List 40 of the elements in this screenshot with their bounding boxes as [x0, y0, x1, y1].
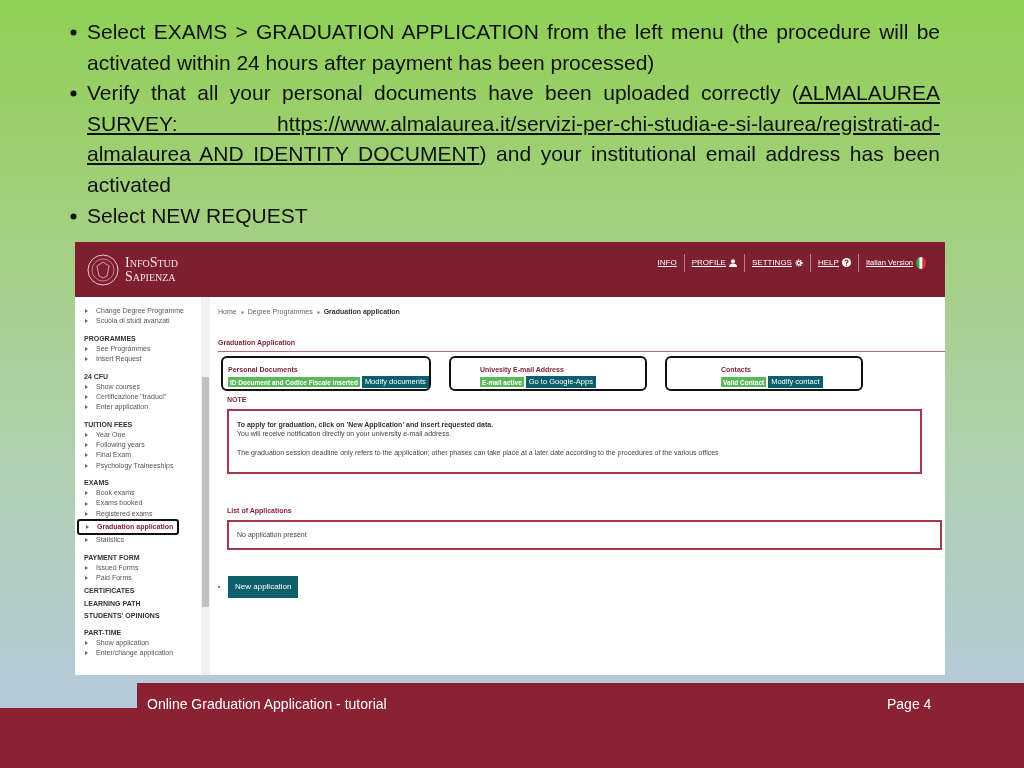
- bullet-icon: [85, 463, 88, 468]
- bullet-icon: [85, 641, 88, 646]
- nav-link[interactable]: SETTINGS: [743, 253, 810, 272]
- italian-flag-icon: [916, 256, 926, 269]
- bullet-icon: [85, 538, 88, 543]
- bullet-icon: [85, 405, 88, 410]
- bullet-icon: [70, 212, 77, 220]
- bullet-icon: [85, 565, 88, 570]
- bullet-icon: [85, 384, 88, 389]
- footer-title: Online Graduation Application - tutorial: [147, 695, 387, 714]
- bullet-icon: [85, 433, 88, 437]
- app-logo: InfoStud Sapienza: [125, 255, 178, 284]
- user-icon: [728, 258, 737, 267]
- bullet-icon: [85, 309, 88, 314]
- bullet-icon: [70, 90, 77, 98]
- bullet-icon: [85, 347, 88, 351]
- nav-link[interactable]: INFO: [650, 253, 684, 272]
- nav-link[interactable]: HELP: [809, 253, 858, 272]
- bullet-icon: [85, 357, 88, 362]
- bullet-text: Select NEW REQUEST: [87, 202, 309, 229]
- bullet-text: Verify that all your personal documents have been uploaded correctly (ALMALAUREA SURVEY: https://www.almalaurea.it/servizi-per-chi-studia-e-si-laurea/registrati-ad-almalaurea AND IDENTITY DOCUMENT) and your institutional email address has been activated: [87, 80, 940, 198]
- bullet-icon: [86, 524, 89, 529]
- bullet-icon: [85, 501, 88, 506]
- help-icon: [841, 258, 851, 267]
- bullet-icon: [70, 29, 77, 36]
- bullet-icon: [85, 511, 88, 516]
- nav-link[interactable]: PROFILE: [683, 253, 744, 272]
- bullet-icon: [85, 491, 88, 496]
- bullet-icon: [85, 453, 88, 458]
- bullet-icon: [85, 319, 88, 324]
- scrollbar[interactable]: [201, 297, 210, 675]
- bullet-icon: [85, 651, 88, 656]
- new-application-button[interactable]: New application: [228, 576, 299, 598]
- settings-icon: [794, 258, 803, 267]
- crest-logo-icon: [87, 253, 119, 286]
- bullet-icon: [85, 395, 88, 400]
- page-number: Page 4: [887, 695, 932, 714]
- bullet-icon: [85, 443, 88, 448]
- bullet-icon: [85, 576, 88, 581]
- bullet-text: Select EXAMS > GRADUATION APPLICATION from the left menu (the procedure will be activated within 24 hours after payment has been processed): [87, 19, 940, 76]
